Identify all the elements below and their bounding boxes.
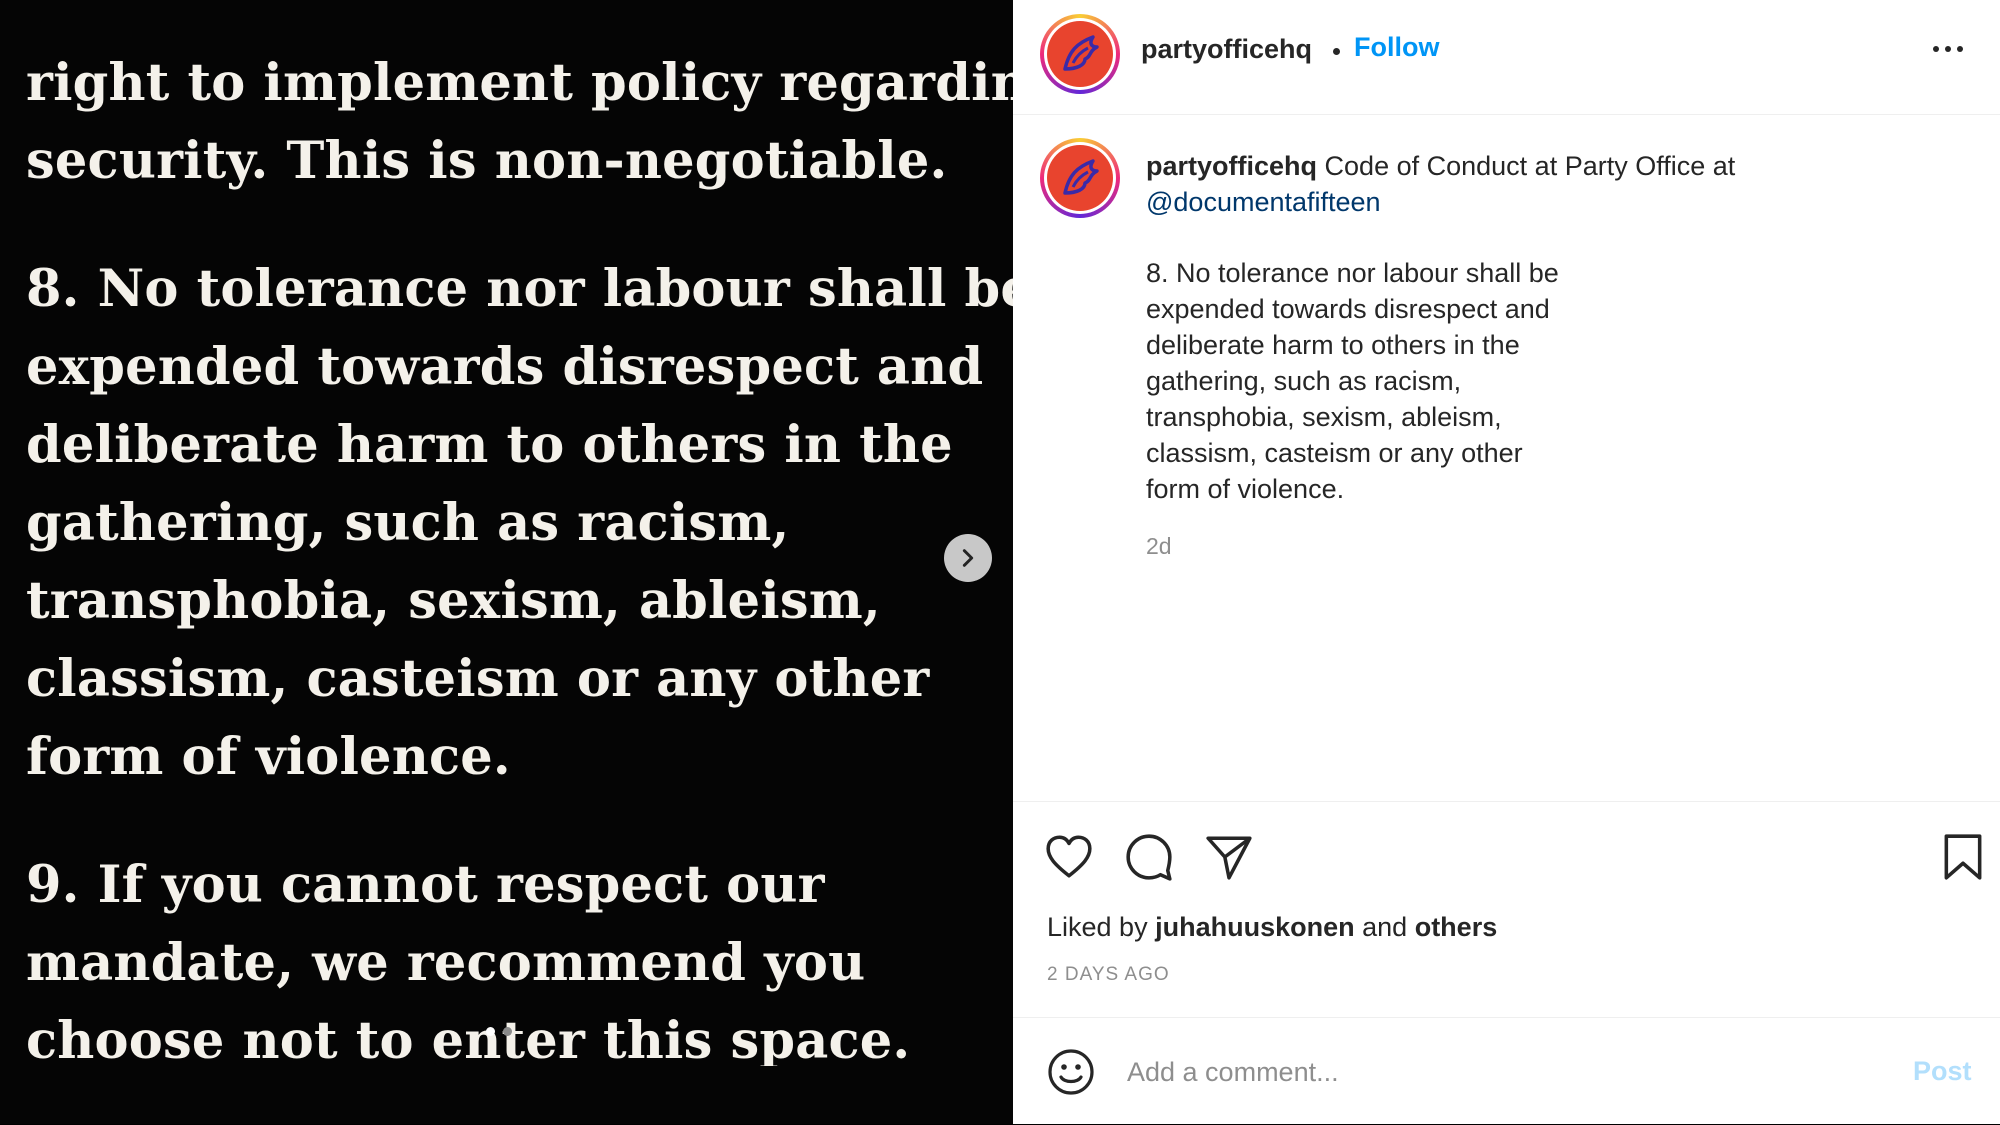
carousel-dot bbox=[503, 1027, 512, 1036]
chevron-right-icon bbox=[962, 549, 974, 567]
image-text-line: 9. If you cannot respect our bbox=[26, 855, 825, 915]
heart-icon[interactable] bbox=[1044, 832, 1094, 882]
comment-bar: Post bbox=[1013, 1017, 2000, 1125]
post-image: right to implement policy regarding secu… bbox=[0, 0, 1013, 1124]
carousel-next-button[interactable] bbox=[944, 534, 992, 582]
caption-text: Code of Conduct at Party Office at bbox=[1324, 151, 1736, 181]
comment-input[interactable] bbox=[1125, 1044, 1829, 1100]
party-logo-icon bbox=[1047, 145, 1113, 211]
image-paragraph-rule-9: 9. If you cannot respect our mandate, we… bbox=[26, 846, 1013, 1080]
post-sidebar: partyofficehq Follow partyofficehq Code … bbox=[1013, 0, 2000, 1124]
likes-summary: Liked by juhahuuskonen and others bbox=[1047, 912, 1497, 943]
carousel-dot bbox=[486, 1027, 495, 1036]
caption-header: partyofficehq Code of Conduct at Party O… bbox=[1146, 148, 1906, 220]
post-image-text: right to implement policy regarding secu… bbox=[26, 44, 1013, 1124]
image-text-line: 8. No tolerance nor labour shall be bbox=[26, 259, 1013, 319]
share-icon[interactable] bbox=[1204, 832, 1254, 882]
image-paragraph-rule-8: 8. No tolerance nor labour shall be expe… bbox=[26, 250, 1013, 796]
image-text-line: form of violence. bbox=[26, 727, 511, 787]
caption-body: 8. No tolerance nor labour shall be expe… bbox=[1146, 258, 1559, 504]
image-text-line: gathering, such as racism, bbox=[26, 493, 790, 553]
image-text-line: mandate, we recommend you bbox=[26, 933, 866, 993]
caption-timestamp[interactable]: 2d bbox=[1146, 533, 1172, 560]
post-actions: Liked by juhahuuskonen and others 2 DAYS… bbox=[1013, 801, 2000, 1018]
image-text-line: right to implement policy regarding bbox=[26, 53, 1013, 113]
image-text-line: security. This is non-negotiable. bbox=[26, 131, 948, 191]
liked-by-others-link[interactable]: others bbox=[1415, 912, 1498, 942]
image-text-line: transphobia, sexism, ableism, bbox=[26, 571, 881, 631]
emoji-icon[interactable] bbox=[1047, 1048, 1095, 1096]
image-paragraph-security: right to implement policy regarding secu… bbox=[26, 44, 1013, 200]
post-comment-button[interactable]: Post bbox=[1913, 1056, 1972, 1087]
carousel-indicator bbox=[486, 1027, 512, 1036]
bookmark-icon[interactable] bbox=[1941, 832, 1985, 882]
image-bottom-edge bbox=[0, 1066, 1013, 1124]
more-horizontal-icon[interactable] bbox=[1933, 40, 1963, 58]
caption-avatar[interactable] bbox=[1040, 138, 1120, 218]
image-text-line: classism, casteism or any other bbox=[26, 649, 930, 709]
caption-mention-link[interactable]: @documentafifteen bbox=[1146, 187, 1381, 217]
image-text-line: deliberate harm to others in the bbox=[26, 415, 953, 475]
liked-by-and: and bbox=[1362, 912, 1408, 942]
post-header: partyofficehq Follow bbox=[1013, 0, 2000, 115]
caption-username[interactable]: partyofficehq bbox=[1146, 151, 1317, 181]
liked-by-user-link[interactable]: juhahuuskonen bbox=[1155, 912, 1355, 942]
avatar[interactable] bbox=[1040, 14, 1120, 94]
party-logo-icon bbox=[1047, 21, 1113, 87]
liked-by-prefix: Liked by bbox=[1047, 912, 1148, 942]
header-username[interactable]: partyofficehq bbox=[1141, 34, 1312, 65]
image-text-line: expended towards disrespect and bbox=[26, 337, 984, 397]
caption-section: partyofficehq Code of Conduct at Party O… bbox=[1013, 115, 2000, 800]
comment-icon[interactable] bbox=[1124, 832, 1174, 882]
post-date[interactable]: 2 DAYS AGO bbox=[1047, 964, 1170, 986]
follow-button[interactable]: Follow bbox=[1354, 32, 1439, 63]
separator-dot bbox=[1333, 48, 1340, 55]
